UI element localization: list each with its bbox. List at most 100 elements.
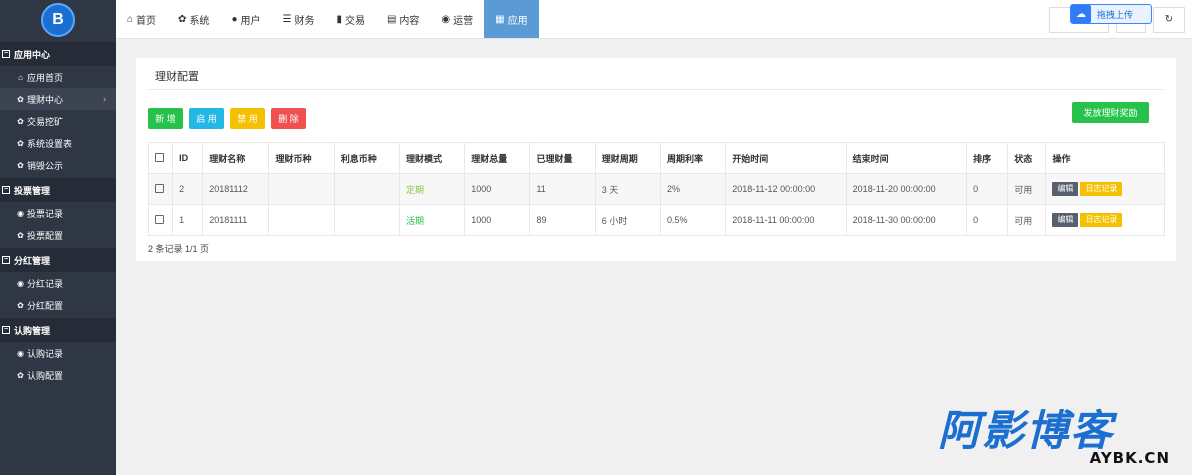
- nav-tab[interactable]: ▤ 内容: [376, 0, 430, 38]
- sidebar-item[interactable]: ✿ 理财中心 ›: [0, 88, 116, 110]
- nav-tab[interactable]: ✿ 系统: [167, 0, 220, 38]
- sidebar-item-label: 投票配置: [27, 230, 64, 241]
- cell-start: 2018-11-12 00:00:00: [725, 173, 847, 205]
- sidebar-item-label: 销毁公示: [27, 160, 64, 171]
- sidebar-item-label: 分红记录: [27, 278, 64, 289]
- row-select-cell: [147, 173, 174, 205]
- cell-rate: 0.5%: [659, 204, 727, 236]
- row-checkbox[interactable]: [155, 214, 164, 224]
- cell-end: 2018-11-30 00:00:00: [845, 204, 968, 236]
- home-icon: ⌂: [127, 13, 134, 25]
- nav-tab[interactable]: ⌂ 首页: [116, 0, 167, 38]
- gear-icon: ✿: [17, 230, 24, 240]
- sidebar-item[interactable]: ✿ 认购配置: [0, 364, 116, 386]
- sidebar-item-label: 认购记录: [27, 348, 64, 359]
- cell-start: 2018-11-11 00:00:00: [725, 204, 847, 236]
- column-header: 开始时间: [725, 142, 847, 174]
- nav-tab[interactable]: ▦ 应用: [484, 0, 539, 38]
- list-icon: ☰: [282, 13, 292, 25]
- watermark: 阿影博客 AYBK.CN: [938, 409, 1174, 469]
- nav-tab-label: 财务: [294, 15, 315, 27]
- reward-button[interactable]: 发放理财奖励: [1072, 102, 1149, 123]
- column-header: 结束时间: [845, 142, 968, 174]
- log-button[interactable]: 日志记录: [1080, 182, 1123, 196]
- gear-icon: ✿: [17, 94, 24, 104]
- nav-tab-label: 用户: [240, 15, 261, 27]
- sidebar-item[interactable]: ✿ 交易挖矿: [0, 110, 116, 132]
- column-header: 已理财量: [529, 142, 596, 174]
- edit-button[interactable]: 编辑: [1052, 213, 1079, 227]
- cell-rate: 2%: [659, 173, 727, 205]
- nav-tab-label: 应用: [507, 15, 528, 27]
- sidebar-item[interactable]: ✿ 投票配置: [0, 224, 116, 246]
- collapse-icon: −: [2, 326, 10, 334]
- upload-widget[interactable]: ☁ 拖拽上传: [1070, 4, 1152, 24]
- record-count: 2 条记录 1/1 页: [148, 244, 210, 254]
- sidebar-item[interactable]: ✿ 系统设置表: [0, 132, 116, 154]
- sidebar-item[interactable]: ◉ 投票记录: [0, 202, 116, 224]
- menu-group-label: 投票管理: [14, 185, 51, 196]
- cell-interest-coin: [333, 173, 400, 205]
- sidebar-item-label: 应用首页: [27, 72, 64, 83]
- globe-icon: ◉: [17, 348, 24, 358]
- sidebar-item-label: 系统设置表: [27, 138, 73, 149]
- nav-tab-label: 运营: [453, 15, 474, 27]
- nav-tab[interactable]: ● 用户: [220, 0, 271, 38]
- cell-done: 11: [529, 173, 596, 205]
- watermark-text: 阿影博客: [938, 406, 1115, 455]
- sidebar-menu: − 应用中心 ⌂ 应用首页 ✿ 理财中心 › ✿ 交易挖矿 ✿ 系统设置表 ✿ 销毁公示 − 投票管理 ◉ 投票…: [0, 42, 116, 386]
- nav-tab[interactable]: ▮ 交易: [325, 0, 376, 38]
- delete-button[interactable]: 删 除: [271, 108, 306, 129]
- gear-icon: ✿: [17, 138, 24, 148]
- menu-group-title[interactable]: − 认购管理: [0, 318, 116, 342]
- sidebar-item[interactable]: ◉ 分红记录: [0, 272, 116, 294]
- column-header: 理财模式: [398, 142, 466, 174]
- menu-group: − 投票管理 ◉ 投票记录 ✿ 投票配置: [0, 178, 116, 246]
- page-title: 理财配置: [155, 71, 199, 83]
- enable-button[interactable]: 启 用: [189, 108, 224, 129]
- cell-coin: [268, 204, 335, 236]
- refresh-button[interactable]: ↻: [1153, 6, 1185, 33]
- row-select-cell: [147, 204, 174, 236]
- row-checkbox[interactable]: [155, 183, 164, 193]
- disable-button[interactable]: 禁 用: [230, 108, 265, 129]
- column-header: 周期利率: [659, 142, 727, 174]
- menu-group-title[interactable]: − 投票管理: [0, 178, 116, 202]
- edit-button[interactable]: 编辑: [1052, 182, 1079, 196]
- cell-total: 1000: [464, 173, 531, 205]
- menu-group-title[interactable]: − 应用中心: [0, 42, 116, 66]
- select-all-checkbox[interactable]: [155, 152, 164, 162]
- column-header: 理财周期: [594, 142, 661, 174]
- sidebar-item[interactable]: ✿ 销毁公示: [0, 154, 116, 176]
- gear-icon: ✿: [17, 160, 24, 170]
- globe-icon: ◉: [441, 13, 451, 25]
- menu-group-label: 应用中心: [14, 49, 51, 60]
- menu-group: − 应用中心 ⌂ 应用首页 ✿ 理财中心 › ✿ 交易挖矿 ✿ 系统设置表 ✿ 销毁公示: [0, 42, 116, 176]
- column-header: 排序: [966, 142, 1009, 174]
- gear-icon: ✿: [17, 370, 24, 380]
- finance-table: ID 理财名称 理财币种 利息币种 理财模式 理财总量 已理财量 理财周期 周期利率 开始时间 结束…: [147, 142, 1165, 236]
- column-header: 理财币种: [268, 142, 335, 174]
- menu-group-title[interactable]: − 分红管理: [0, 248, 116, 272]
- sidebar-item[interactable]: ⌂ 应用首页: [0, 66, 116, 88]
- menu-group-label: 认购管理: [14, 325, 51, 336]
- logo: B: [41, 3, 75, 37]
- nav-tab-label: 内容: [399, 15, 420, 27]
- sidebar-item[interactable]: ✿ 分红配置: [0, 294, 116, 316]
- add-button[interactable]: 新 增: [148, 108, 183, 129]
- file-icon: ▤: [386, 13, 397, 25]
- cell-sort: 0: [966, 204, 1009, 236]
- nav-tab-label: 首页: [136, 15, 157, 27]
- home-icon: ⌂: [18, 72, 23, 82]
- nav-tab[interactable]: ◉ 运营: [430, 0, 484, 38]
- sidebar-item[interactable]: ◉ 认购记录: [0, 342, 116, 364]
- cell-mode: 定期: [398, 173, 466, 205]
- cell-period: 3 天: [594, 173, 661, 205]
- refresh-icon: ↻: [1164, 14, 1174, 25]
- log-button[interactable]: 日志记录: [1080, 213, 1123, 227]
- cell-end: 2018-11-20 00:00:00: [845, 173, 968, 205]
- cell-id: 2: [172, 173, 204, 205]
- nav-tab[interactable]: ☰ 财务: [271, 0, 325, 38]
- cell-total: 1000: [464, 204, 531, 236]
- cloud-icon: ☁: [1071, 5, 1091, 23]
